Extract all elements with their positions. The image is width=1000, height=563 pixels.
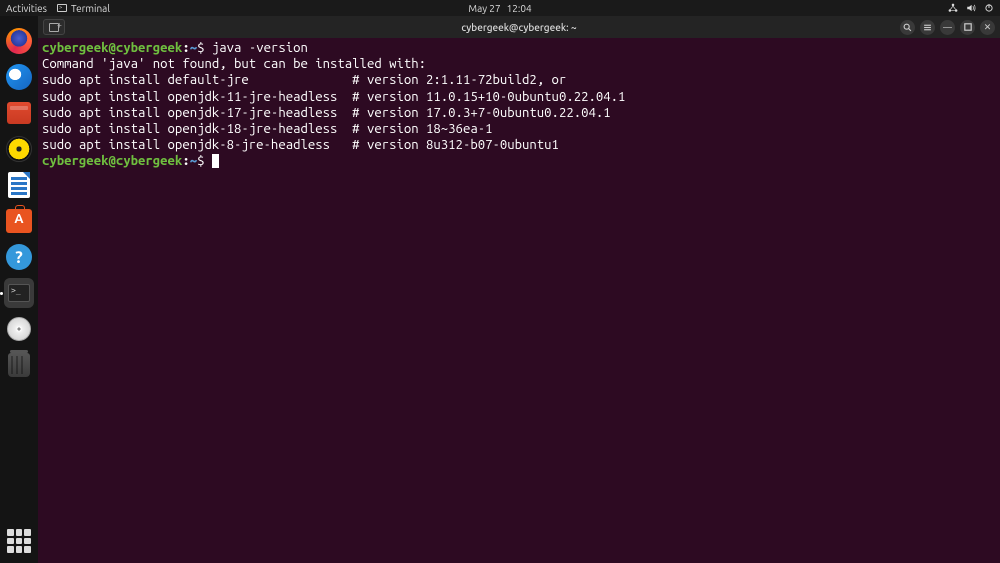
close-button[interactable]: ✕ [980,20,995,35]
search-button[interactable] [900,20,915,35]
dock-libreoffice-writer[interactable] [4,170,34,200]
dock-help[interactable]: ? [4,242,34,272]
top-panel: Activities Terminal May 27 12:04 [0,0,1000,16]
minimize-button[interactable]: — [940,20,955,35]
thunderbird-icon [6,64,32,90]
new-tab-icon [49,23,59,32]
time-label: 12:04 [507,3,532,14]
prompt-path: ~ [190,41,197,55]
disc-icon [7,317,31,341]
dock-disc[interactable] [4,314,34,344]
dock-firefox[interactable] [4,26,34,56]
command-text: java -version [212,41,308,55]
maximize-button[interactable] [960,20,975,35]
output-line: sudo apt install openjdk-8-jre-headless … [42,138,559,152]
prompt-colon: : [182,41,189,55]
ubuntu-software-icon [6,209,32,233]
menu-button[interactable] [920,20,935,35]
activities-button[interactable]: Activities [6,3,47,14]
dock-rhythmbox[interactable] [4,134,34,164]
clock[interactable]: May 27 12:04 [468,3,531,14]
firefox-icon [6,28,32,54]
prompt-user: cybergeek@cybergeek [42,154,182,168]
dock: ? [0,16,38,563]
output-line: sudo apt install openjdk-11-jre-headless… [42,90,625,104]
active-app-label: Terminal [71,3,110,14]
hamburger-icon [923,23,932,32]
network-icon [948,3,958,13]
power-icon [984,3,994,13]
search-icon [903,23,912,32]
prompt-path: ~ [190,154,197,168]
active-app-menu[interactable]: Terminal [57,3,110,14]
dock-files[interactable] [4,98,34,128]
show-applications-button[interactable] [7,529,31,553]
terminal-icon [57,4,67,12]
output-line: Command 'java' not found, but can be ins… [42,57,426,71]
prompt-user: cybergeek@cybergeek [42,41,182,55]
dock-terminal[interactable] [4,278,34,308]
terminal-content[interactable]: cybergeek@cybergeek:~$ java -version Com… [38,38,1000,563]
terminal-window: cybergeek@cybergeek: ~ — ✕ cybergeek@cyb… [38,16,1000,563]
volume-icon [966,3,976,13]
prompt-symbol: $ [197,41,212,55]
output-line: sudo apt install openjdk-18-jre-headless… [42,122,492,136]
trash-icon [8,353,30,377]
maximize-icon [964,23,972,31]
dock-ubuntu-software[interactable] [4,206,34,236]
date-label: May 27 [468,3,500,14]
prompt-symbol: $ [197,154,212,168]
new-tab-button[interactable] [43,19,65,35]
output-line: sudo apt install openjdk-17-jre-headless… [42,106,611,120]
window-title: cybergeek@cybergeek: ~ [461,22,576,33]
libreoffice-writer-icon [8,172,30,198]
prompt-colon: : [182,154,189,168]
terminal-icon [4,278,34,308]
window-titlebar[interactable]: cybergeek@cybergeek: ~ — ✕ [38,16,1000,38]
cursor [212,154,219,168]
help-icon: ? [6,244,32,270]
dock-trash[interactable] [4,350,34,380]
files-icon [7,102,31,124]
rhythmbox-icon [6,136,32,162]
system-status-area[interactable] [948,3,994,13]
dock-thunderbird[interactable] [4,62,34,92]
output-line: sudo apt install default-jre # version 2… [42,73,566,87]
